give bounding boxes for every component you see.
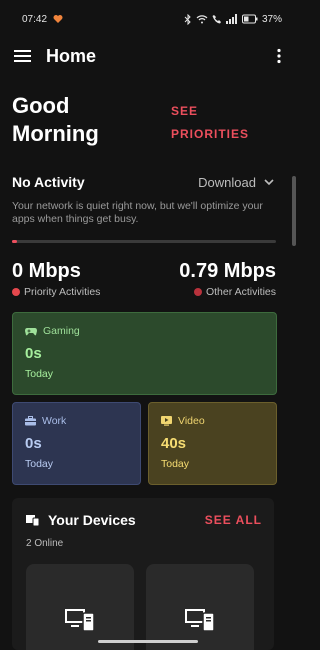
see-priorities-link[interactable]: SEE PRIORITIES [171,100,261,146]
priority-speed: 0 Mbps Priority Activities [12,258,100,298]
work-card-time: 0s [25,435,42,452]
work-card[interactable]: Work 0s Today [12,402,141,485]
other-speed-label: Other Activities [179,286,276,298]
menu-icon[interactable] [14,49,32,63]
video-card[interactable]: Video 40s Today [148,402,277,485]
greeting-line-1: Good [12,93,70,118]
activity-progress-fill [12,240,18,243]
video-card-header: Video [161,415,264,427]
devices-title: Your Devices [26,512,136,528]
priority-dot [12,288,20,296]
device-tile[interactable] [146,564,254,650]
activity-title: No Activity [12,174,85,190]
see-priorities-line-2: PRIORITIES [171,127,250,141]
work-card-period: Today [25,458,54,470]
devices-header: Your Devices SEE ALL [26,512,262,528]
signal-icon [225,14,238,24]
direction-dropdown[interactable]: Download [198,175,274,190]
battery-percent: 37% [261,13,282,25]
status-bar: 07:42 37% [0,0,296,38]
status-time: 07:42 [22,13,48,25]
status-right: 37% [184,13,282,25]
video-icon [161,416,172,426]
devices-panel: Your Devices SEE ALL 2 Online [12,498,274,650]
priority-speed-value: 0 Mbps [12,260,81,282]
work-card-label: Work [42,415,67,427]
devices-title-text: Your Devices [48,512,136,528]
computer-icon [65,607,95,631]
gaming-card-label: Gaming [43,325,80,337]
other-speed-value: 0.79 Mbps [179,260,276,282]
briefcase-icon [25,416,36,426]
other-speed: 0.79 Mbps Other Activities [179,258,276,298]
app-bar: Home [0,38,296,74]
dropdown-value: Download [198,174,256,190]
gaming-card-time: 0s [25,345,42,362]
wifi-icon [196,14,208,24]
greeting-line-2: Morning [12,121,99,146]
see-priorities-line-1: SEE [171,104,199,118]
video-card-time: 40s [161,435,187,452]
gamepad-icon [25,327,37,336]
battery-icon [241,14,258,24]
chevron-down-icon [264,178,274,186]
home-indicator[interactable] [98,640,198,643]
greeting: Good Morning [12,92,152,148]
gaming-card-period: Today [25,368,54,380]
bluetooth-icon [184,13,192,25]
devices-icon [26,514,40,526]
more-vert-icon[interactable] [276,48,282,64]
activity-progress-bar [12,240,276,243]
other-speed-text: Other Activities [205,286,276,298]
activity-description: Your network is quiet right now, but we'… [12,200,263,225]
scrollbar[interactable] [292,176,296,246]
other-dot [193,288,202,296]
activity-row: No Activity Download [12,174,274,190]
devices-online-count: 2 Online [26,538,64,549]
priority-speed-text: Priority Activities [24,286,101,298]
gaming-card-header: Gaming [25,325,264,337]
page-title: Home [46,45,97,66]
work-card-header: Work [25,415,128,427]
device-tile[interactable] [26,564,134,650]
see-all-devices-link[interactable]: SEE ALL [205,513,262,527]
heart-icon [53,14,63,24]
video-card-period: Today [161,458,190,470]
priority-speed-label: Priority Activities [12,286,100,298]
gaming-card[interactable]: Gaming 0s Today [12,312,277,395]
call-icon [212,14,222,24]
video-card-label: Video [178,415,205,427]
computer-icon [185,607,215,631]
status-left: 07:42 [22,14,63,25]
